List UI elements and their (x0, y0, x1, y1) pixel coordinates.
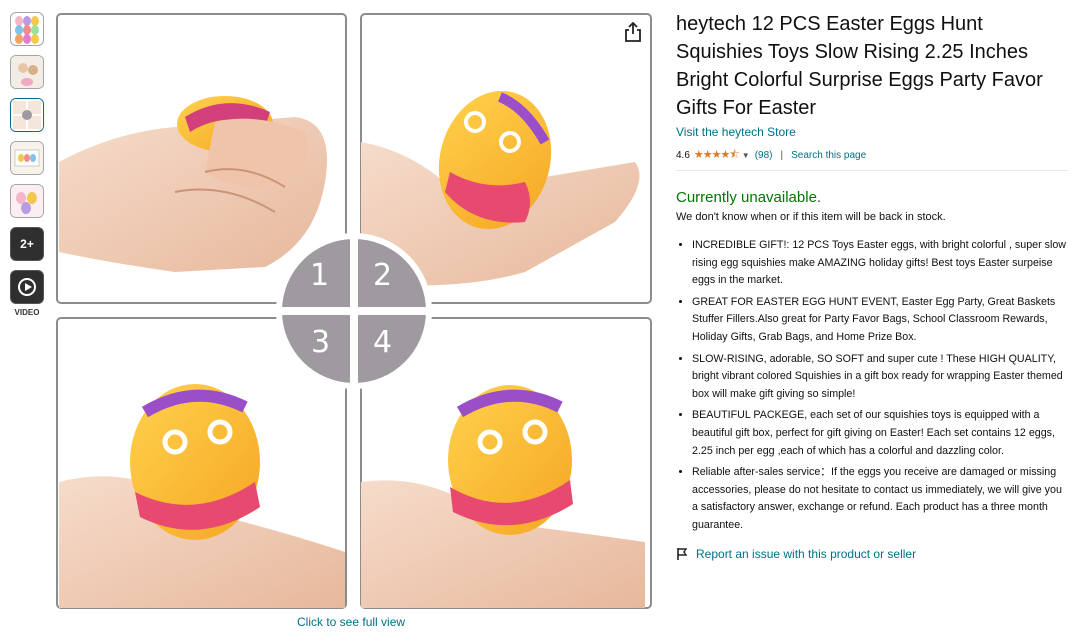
thumbnail-more[interactable]: 2+ (10, 227, 44, 261)
availability-status: Currently unavailable. (676, 189, 822, 206)
thumbnail-1[interactable] (10, 12, 44, 46)
flag-icon (677, 547, 688, 560)
search-this-page-link[interactable]: Search this page (791, 150, 866, 161)
more-images-count: 2+ (20, 237, 34, 251)
eggs-group-thumbnail-icon (11, 185, 43, 217)
feature-bullet: GREAT FOR EASTER EGG HUNT EVENT, Easter … (692, 294, 1068, 347)
rating-value: 4.6 (676, 150, 690, 161)
thumbnail-5[interactable] (10, 184, 44, 218)
quadrant-number-3: 3 (311, 325, 331, 360)
quadrant-number-4: 4 (373, 325, 393, 360)
report-issue-label: Report an issue with this product or sel… (696, 546, 917, 561)
thumbnail-4[interactable] (10, 141, 44, 175)
main-product-image[interactable]: 1 2 3 4 (55, 12, 653, 610)
chevron-down-icon[interactable]: ▼ (742, 151, 750, 160)
separator: | (780, 150, 784, 161)
click-to-see-full-view-link[interactable]: Click to see full view (297, 615, 405, 629)
visit-store-link[interactable]: Visit the heytech Store (676, 125, 796, 139)
thumbnail-video[interactable] (10, 270, 44, 304)
quadrant-number-2: 2 (373, 258, 393, 293)
hand-egg-thumbnail-icon (11, 99, 43, 131)
feature-bullet: Reliable after-sales service：If the eggs… (692, 464, 1068, 534)
eggs-grid-thumbnail-icon (15, 16, 39, 44)
availability-note: We don't know when or if this item will … (676, 211, 946, 223)
star-rating-icon[interactable]: ★★★★⯪ (694, 146, 740, 165)
feature-bullets: INCREDIBLE GIFT!: 12 PCS Toys Easter egg… (676, 237, 1068, 535)
quadrant-number-1: 1 (310, 258, 330, 293)
video-label: VIDEO (14, 308, 40, 317)
thumbnail-3[interactable] (10, 98, 44, 132)
kids-thumbnail-icon (11, 56, 43, 88)
gift-box-thumbnail-icon (11, 142, 43, 174)
feature-bullet: SLOW-RISING, adorable, SO SOFT and super… (692, 351, 1068, 404)
thumbnail-2[interactable] (10, 55, 44, 89)
feature-bullet: INCREDIBLE GIFT!: 12 PCS Toys Easter egg… (692, 237, 1068, 290)
play-icon (18, 278, 36, 296)
divider (676, 170, 1068, 171)
review-count-link[interactable]: (98) (755, 150, 773, 161)
feature-bullet: BEAUTIFUL PACKEGE, each set of our squis… (692, 407, 1068, 460)
report-issue-link[interactable]: Report an issue with this product or sel… (676, 547, 1068, 561)
product-title: heytech 12 PCS Easter Eggs Hunt Squishie… (676, 13, 1043, 119)
product-collage-image (55, 12, 653, 610)
rating-row: 4.6 ★★★★⯪ ▼ (98) | Search this page (676, 146, 1068, 165)
share-icon[interactable] (624, 21, 642, 42)
thumbnail-strip: 2+ VIDEO (10, 12, 48, 317)
product-details: heytech 12 PCS Easter Eggs Hunt Squishie… (676, 10, 1068, 561)
